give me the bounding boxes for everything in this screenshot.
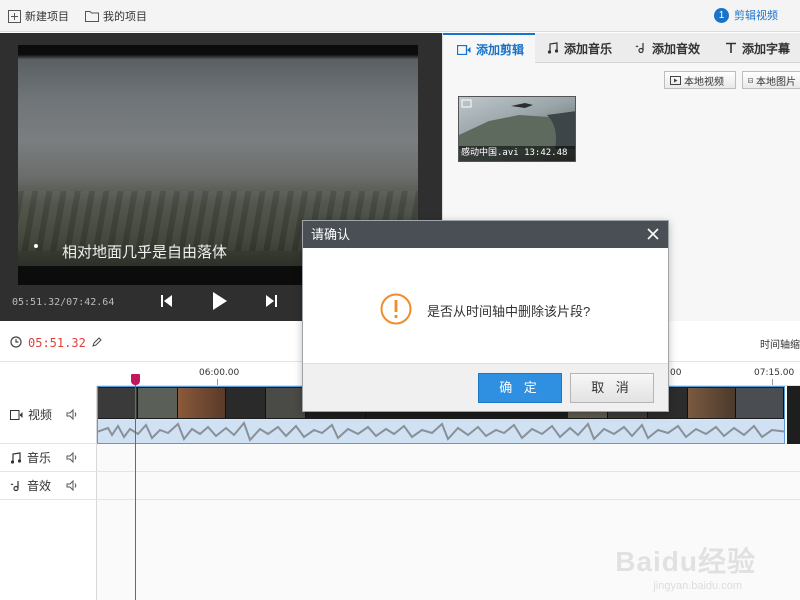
confirm-button[interactable]: 确 定 [478, 373, 562, 403]
speaker-icon[interactable] [66, 480, 78, 491]
ruler-tick: :00 [667, 368, 682, 378]
media-tabs: 添加剪辑 添加音乐 添加音效 添加字幕 [443, 33, 800, 64]
dialog-body: 是否从时间轴中删除该片段? [303, 248, 668, 363]
tab-add-subtitle[interactable]: 添加字幕 [725, 33, 790, 63]
tab-add-sound-effect[interactable]: 添加音效 [635, 33, 700, 63]
playhead-handle[interactable] [131, 374, 140, 385]
top-toolbar: 新建项目 我的项目 1 剪辑视频 [0, 0, 800, 32]
close-icon[interactable] [646, 227, 660, 241]
tab-add-music[interactable]: 添加音乐 [547, 33, 612, 63]
tab-label: 添加音效 [652, 41, 701, 56]
image-file-icon [748, 77, 753, 83]
new-project-label: 新建项目 [25, 11, 69, 23]
track-label-text: 音效 [27, 479, 52, 493]
ruler-tick: 06:00.00 [199, 368, 240, 378]
skip-forward-icon [266, 295, 277, 307]
tab-label: 添加字幕 [742, 41, 791, 56]
previous-frame-button[interactable] [160, 293, 174, 312]
tab-label: 添加剪辑 [476, 43, 525, 57]
skip-back-icon [161, 295, 172, 307]
dialog-message: 是否从时间轴中删除该片段? [427, 304, 591, 319]
timeline-zoom-label[interactable]: 时间轴缩 [760, 336, 800, 351]
speaker-icon[interactable] [66, 409, 78, 420]
new-project-button[interactable]: 新建项目 [8, 8, 69, 24]
track-label-text: 视频 [28, 408, 53, 422]
dialog-title: 请确认 [311, 227, 351, 242]
step-number-badge: 1 [714, 7, 729, 23]
track-label-video: 视频 [0, 386, 97, 444]
warning-icon [380, 293, 412, 325]
confirm-dialog: 请确认 是否从时间轴中删除该片段? 确 定 取 消 [302, 220, 669, 412]
music-track[interactable] [97, 444, 800, 472]
dialog-header: 请确认 [303, 221, 668, 248]
video-camera-icon [457, 44, 471, 55]
speaker-icon[interactable] [66, 452, 78, 463]
step-indicator: 1 剪辑视频 [714, 7, 778, 23]
sound-effect-track[interactable] [97, 472, 800, 500]
music-track-icon [10, 451, 22, 464]
text-t-icon [726, 42, 736, 53]
track-labels: 视频 音乐 音效 [0, 386, 97, 600]
jet-scene-image [459, 99, 575, 149]
audio-waveform [98, 420, 784, 443]
cancel-button[interactable]: 取 消 [570, 373, 654, 403]
next-frame-button[interactable] [264, 293, 278, 312]
play-button[interactable] [212, 291, 228, 314]
folder-icon [85, 11, 99, 22]
playhead-line [135, 374, 136, 600]
thumbnail-caption: 感动中国.avi 13:42.48 [459, 146, 575, 161]
tab-add-clip[interactable]: 添加剪辑 [443, 33, 535, 64]
current-time: 05:51.32 [28, 336, 86, 350]
clock-icon [10, 336, 22, 348]
player-time: 05:51.32/07:42.64 [12, 297, 115, 308]
edit-pencil-icon[interactable] [92, 337, 102, 347]
track-label-text: 音乐 [27, 451, 52, 465]
baidu-watermark-url: jingyan.baidu.com [653, 580, 742, 592]
local-video-label: 本地视频 [684, 76, 724, 88]
baidu-watermark-logo: Baidu经验 [615, 546, 756, 577]
local-image-button[interactable]: 本地图片 [742, 71, 800, 89]
sound-effect-track-icon [10, 480, 19, 491]
tab-label: 添加音乐 [564, 41, 613, 56]
my-projects-label: 我的项目 [103, 11, 147, 23]
track-label-music: 音乐 [0, 444, 97, 472]
ruler-tick: 07:15.00 [754, 368, 795, 378]
play-icon [213, 292, 227, 310]
local-video-button[interactable]: 本地视频 [664, 71, 736, 89]
track-label-sound-effect: 音效 [0, 472, 97, 500]
video-file-icon [670, 75, 681, 85]
plus-square-icon [8, 9, 21, 23]
sound-effect-icon [635, 43, 644, 54]
local-image-label: 本地图片 [756, 76, 796, 88]
my-projects-button[interactable]: 我的项目 [85, 8, 147, 24]
music-note-icon [547, 42, 559, 54]
dialog-footer: 确 定 取 消 [303, 363, 668, 411]
step-label: 剪辑视频 [734, 10, 778, 22]
video-subtitle: 相对地面几乎是自由落体 [62, 244, 228, 261]
media-thumbnail[interactable]: 感动中国.avi 13:42.48 [458, 96, 576, 162]
video-track-icon [10, 409, 23, 420]
